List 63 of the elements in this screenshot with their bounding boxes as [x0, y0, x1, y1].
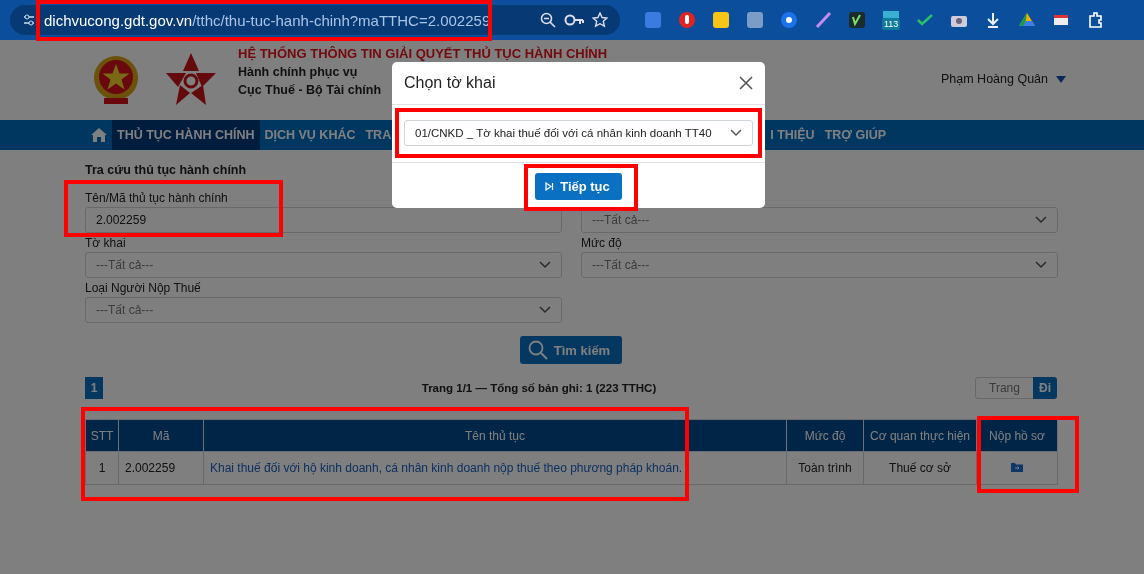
- column-header: Tên thủ tục: [203, 419, 787, 452]
- field-label: Loại Người Nộp Thuế: [85, 281, 202, 295]
- subtitle: Cục Thuế - Bộ Tài chính: [238, 82, 382, 97]
- folder-icon[interactable]: [1011, 462, 1023, 472]
- skip-icon: [545, 182, 555, 191]
- select-field[interactable]: ---Tất cả---: [85, 297, 562, 323]
- extension-icon[interactable]: [780, 11, 798, 29]
- go-button[interactable]: Đi: [1033, 377, 1057, 399]
- extension-icon[interactable]: [848, 11, 866, 29]
- calendar-icon[interactable]: [882, 10, 901, 18]
- column-header: Mức độ: [786, 419, 864, 452]
- chevron-down-icon: [1035, 261, 1047, 269]
- site-info-icon[interactable]: [22, 13, 36, 27]
- field-label: Tờ khai: [85, 236, 127, 250]
- chevron-down-icon: [539, 306, 551, 314]
- close-icon: [739, 76, 753, 90]
- extension-icon[interactable]: [712, 11, 730, 29]
- caret-down-icon[interactable]: [1056, 75, 1066, 83]
- address-bar[interactable]: dichvucong.gdt.gov.vn/tthc/thu-tuc-hanh-chinh?maTTHC=2.002259: [10, 5, 620, 35]
- nav-link[interactable]: I THIỆU: [765, 120, 820, 150]
- column-header: Cơ quan thực hiện: [863, 419, 977, 452]
- nav-link[interactable]: TRỢ GIÚP: [819, 120, 891, 150]
- close-button[interactable]: [739, 76, 753, 90]
- nav-link[interactable]: TRA: [360, 120, 397, 150]
- system-title: HỆ THỐNG THÔNG TIN GIẢI QUYẾT THỦ TỤC HÀNH CHÍNH: [238, 45, 608, 61]
- url-text[interactable]: dichvucong.gdt.gov.vn/tthc/thu-tuc-hanh-chinh?maTTHC=2.002259: [44, 11, 532, 29]
- section-title: Tra cứu thủ tục hành chính: [85, 163, 248, 177]
- select-field[interactable]: ---Tất cả---: [581, 207, 1058, 233]
- extension-icon[interactable]: [678, 11, 696, 29]
- zoom-icon[interactable]: [540, 12, 556, 28]
- key-icon[interactable]: [564, 13, 584, 27]
- table-cell: 1: [85, 451, 119, 485]
- chevron-down-icon: [730, 129, 742, 137]
- column-header: Mã: [118, 419, 204, 452]
- field-label: Mức độ: [581, 236, 623, 250]
- chevron-down-icon: [1035, 216, 1047, 224]
- home-icon[interactable]: [90, 127, 108, 143]
- continue-button[interactable]: Tiếp tục: [535, 173, 622, 200]
- record-summary: Trang 1/1 — Tổng số bản ghi: 1 (223 TTHC): [420, 382, 658, 394]
- select-field[interactable]: 01/CNKD _ Tờ khai thuế đối với cá nhân kinh doanh TT40: [404, 120, 753, 146]
- table-cell: Toàn trình: [786, 451, 864, 485]
- table-cell: 2.002259: [118, 451, 204, 485]
- select-field[interactable]: ---Tất cả---: [581, 252, 1058, 278]
- search-icon: [527, 340, 548, 360]
- procedure-link[interactable]: Khai thuế đối với hộ kinh doanh, cá nhân kinh doanh nộp thuế theo phương pháp khoán.: [203, 451, 787, 485]
- search-button[interactable]: Tìm kiếm: [519, 336, 623, 364]
- input-field[interactable]: 2.002259: [85, 207, 562, 233]
- select-field[interactable]: ---Tất cả---: [85, 252, 562, 278]
- page-button[interactable]: 1: [85, 377, 103, 399]
- dialog-title: Chọn tờ khai: [404, 74, 496, 92]
- table-cell: Thuế cơ sở: [863, 451, 977, 485]
- subtitle: Hành chính phục vụ: [238, 64, 358, 79]
- extension-icon[interactable]: [1086, 11, 1105, 29]
- bookmark-star-icon[interactable]: [592, 12, 608, 28]
- nav-link[interactable]: THỦ TỤC HÀNH CHÍNH: [112, 120, 260, 150]
- page-input[interactable]: Trang: [975, 377, 1033, 399]
- extension-icon[interactable]: [1018, 11, 1037, 29]
- field-label: Tên/Mã thủ tục hành chính: [85, 191, 229, 205]
- extension-badge: 113: [882, 18, 901, 30]
- user-name[interactable]: Phạm Hoàng Quân: [941, 72, 1048, 86]
- chevron-down-icon: [539, 261, 551, 269]
- column-header: STT: [85, 419, 119, 452]
- nav-link[interactable]: DỊCH VỤ KHÁC: [259, 120, 361, 150]
